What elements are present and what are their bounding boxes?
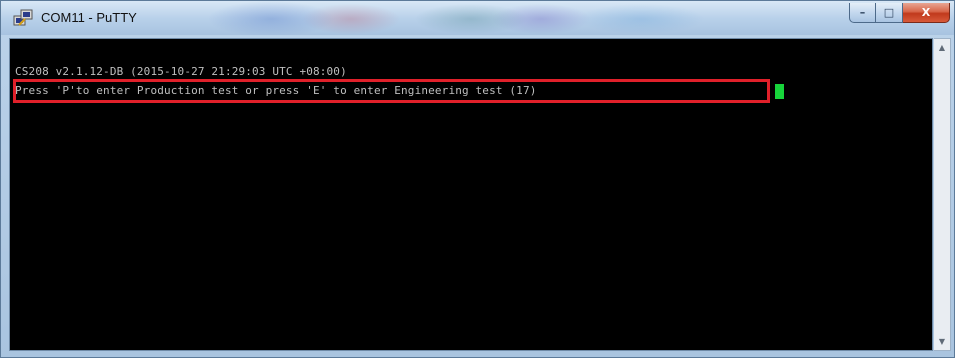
highlight-annotation	[13, 79, 770, 103]
scroll-up-icon[interactable]: ▲	[934, 39, 950, 56]
minimize-button[interactable]: –	[849, 3, 876, 23]
maximize-button[interactable]: □	[876, 3, 903, 23]
terminal-screen[interactable]: CS208 v2.1.12-DB (2015-10-27 21:29:03 UT…	[9, 38, 933, 351]
minimize-icon: –	[859, 6, 866, 19]
window-title: COM11 - PuTTY	[41, 10, 137, 25]
maximize-icon: □	[883, 6, 895, 19]
putty-icon[interactable]	[13, 8, 33, 28]
close-button[interactable]: X	[903, 3, 950, 23]
vertical-scrollbar[interactable]: ▲ ▼	[934, 38, 951, 351]
close-icon: X	[921, 6, 931, 19]
terminal-line-version: CS208 v2.1.12-DB (2015-10-27 21:29:03 UT…	[15, 65, 347, 78]
title-bar[interactable]: COM11 - PuTTY – □ X	[1, 1, 954, 35]
caption-buttons: – □ X	[849, 3, 950, 23]
scroll-down-icon[interactable]: ▼	[934, 333, 950, 350]
putty-window: COM11 - PuTTY – □ X CS208 v2.1.12-DB (20…	[0, 0, 955, 358]
terminal-cursor	[775, 84, 784, 99]
